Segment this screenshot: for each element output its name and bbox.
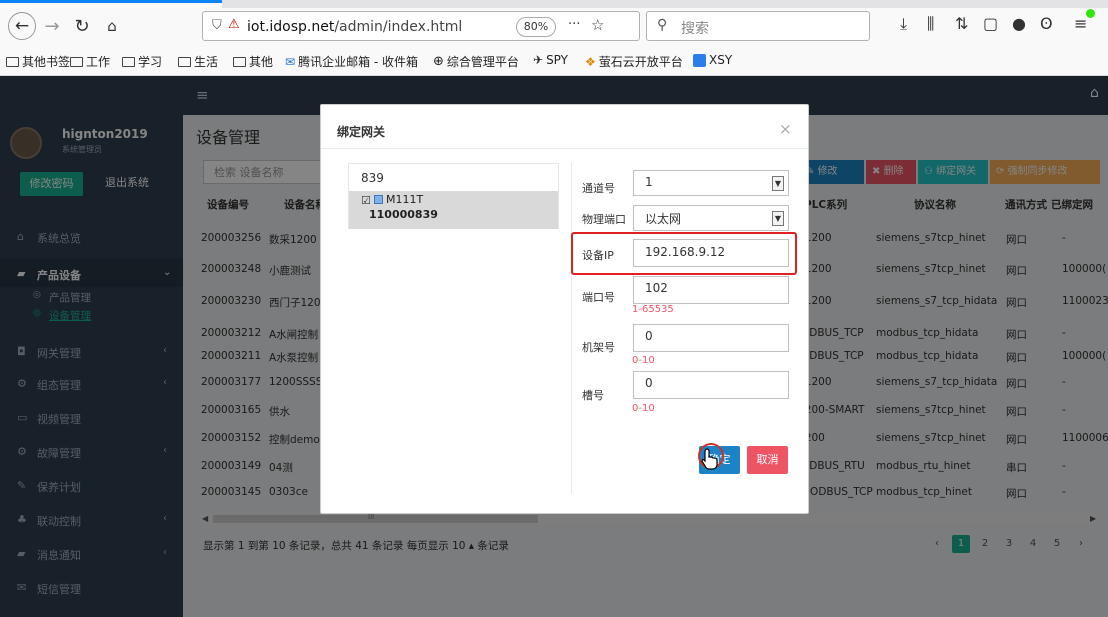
url-bar[interactable]: ⛉ ⚠ iot.idosp.net/admin/index.html 80% ·… <box>202 11 640 41</box>
star-icon[interactable]: ☆ <box>591 16 604 34</box>
bookmark-spy[interactable]: ✈ SPY <box>533 53 568 67</box>
bookmark-ys[interactable]: ❖ 萤石云开放平台 <box>585 53 683 70</box>
library-icon[interactable]: ⫼ <box>927 14 934 34</box>
url-host: iot.idosp.net <box>247 19 335 35</box>
device-ip-input[interactable]: 192.168.9.12 <box>633 239 789 267</box>
device-ip-label: 设备IP <box>582 249 614 262</box>
folder-icon <box>233 56 246 67</box>
reload-button[interactable]: ↻ <box>68 12 96 40</box>
url-path: /admin/index.html <box>334 19 463 35</box>
port-number-label: 端口号 <box>582 291 615 304</box>
port-number-input[interactable]: 102 <box>633 276 789 304</box>
globe-icon: ⊕ <box>433 54 444 69</box>
plane-icon: ✈ <box>533 53 544 67</box>
forward-button[interactable]: → <box>38 12 66 40</box>
xsy-icon <box>693 53 706 67</box>
bookmark-mail[interactable]: ✉ 腾讯企业邮箱 - 收件箱 <box>285 53 418 70</box>
bookmark-misc[interactable]: 其他 <box>233 53 273 70</box>
insecure-lock-icon[interactable]: ⚠ <box>228 17 240 32</box>
channel-label: 通道号 <box>582 182 615 195</box>
bookmark-other[interactable]: 其他书签 <box>6 53 70 70</box>
more-icon[interactable]: ··· <box>568 17 580 32</box>
rack-label: 机架号 <box>582 341 615 354</box>
folder-icon <box>178 56 191 67</box>
ys-icon: ❖ <box>585 54 596 69</box>
search-icon: ⚲ <box>657 17 668 33</box>
chevron-down-icon: ▼ <box>772 176 784 191</box>
bookmark-life[interactable]: 生活 <box>178 53 218 70</box>
folder-icon <box>122 56 135 67</box>
modal-column-divider <box>571 163 572 493</box>
modal-title: 绑定网关 <box>337 125 386 139</box>
browser-chrome: ← → ↻ ⌂ ⛉ ⚠ iot.idosp.net/admin/index.ht… <box>0 0 1108 76</box>
active-tab[interactable] <box>0 0 222 8</box>
sync-icon[interactable]: ⇅ <box>955 14 968 33</box>
update-badge-icon <box>1086 9 1095 18</box>
search-placeholder: 搜索 <box>681 21 709 37</box>
tree-item-code: 110000839 <box>369 208 438 221</box>
chat-icon[interactable]: ● <box>1012 14 1026 33</box>
folder-icon <box>70 56 83 67</box>
zoom-badge[interactable]: 80% <box>516 17 556 37</box>
download-icon[interactable]: ⤓ <box>900 14 907 34</box>
close-icon[interactable]: × <box>779 120 792 138</box>
bookmark-platform[interactable]: ⊕ 综合管理平台 <box>433 53 519 70</box>
tree-item[interactable]: ☑ M111T 110000839 <box>349 191 558 229</box>
cancel-button[interactable]: 取消 <box>747 446 788 474</box>
mail-icon: ✉ <box>285 54 296 69</box>
bind-gateway-modal: 绑定网关 × 839 ☑ M111T 110000839 通道号 1 ▼ 物理端… <box>320 104 809 514</box>
bookmarks-bar: 其他书签 工作 学习 生活 其他 ✉ 腾讯企业邮箱 - 收件箱 ⊕ 综合管理平台 ✈… <box>0 48 1108 74</box>
physical-port-label: 物理端口 <box>582 213 626 226</box>
rack-input[interactable]: 0 <box>633 324 789 352</box>
bookmark-xsy[interactable]: XSY <box>693 53 732 67</box>
account-icon[interactable]: ʘ <box>1040 14 1053 33</box>
physical-port-select[interactable]: 以太网 ▼ <box>633 205 789 231</box>
back-button[interactable]: ← <box>8 12 36 40</box>
url-text[interactable]: iot.idosp.net/admin/index.html <box>247 19 462 35</box>
slot-label: 槽号 <box>582 389 604 402</box>
slot-input[interactable]: 0 <box>633 371 789 399</box>
sidebar-icon[interactable]: ▢ <box>983 14 998 33</box>
rack-hint: 0-10 <box>632 355 655 366</box>
tree-item-label: M111T <box>386 193 424 206</box>
channel-select[interactable]: 1 ▼ <box>633 170 789 196</box>
browser-search-bar[interactable]: ⚲ 搜索 <box>646 11 870 41</box>
home-button[interactable]: ⌂ <box>98 12 126 40</box>
shield-icon[interactable]: ⛉ <box>212 18 222 33</box>
bookmark-work[interactable]: 工作 <box>70 53 110 70</box>
bookmark-study[interactable]: 学习 <box>122 53 162 70</box>
gateway-tree: 839 ☑ M111T 110000839 <box>348 163 559 229</box>
folder-icon <box>6 56 19 67</box>
chevron-down-icon: ▼ <box>772 211 784 226</box>
menu-icon[interactable]: ≡ <box>1074 14 1087 33</box>
modal-divider <box>321 148 808 149</box>
device-icon <box>374 195 383 204</box>
tree-search-input[interactable]: 839 <box>361 171 384 185</box>
port-number-hint: 1-65535 <box>632 304 674 315</box>
hand-cursor-icon <box>701 448 718 470</box>
slot-hint: 0-10 <box>632 403 655 414</box>
checkbox-checked-icon[interactable]: ☑ <box>361 194 371 207</box>
